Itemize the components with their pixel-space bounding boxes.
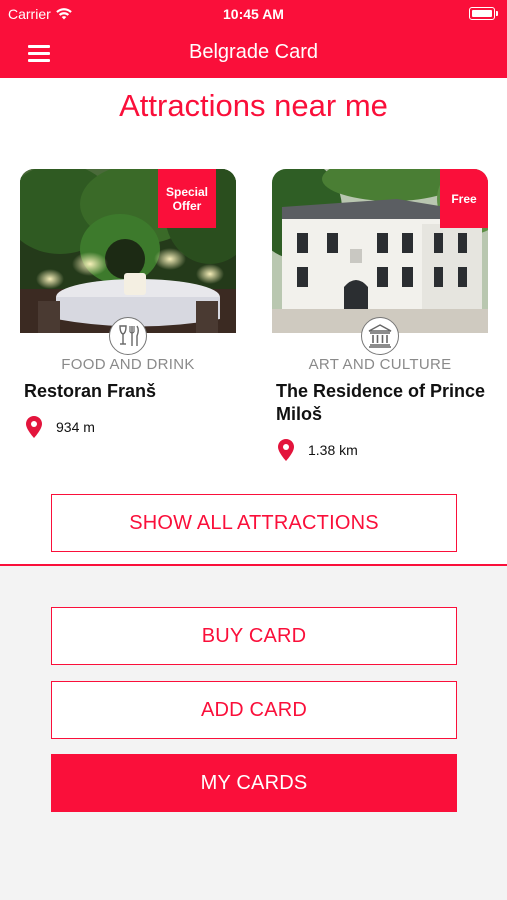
attraction-distance: 934 m	[56, 419, 95, 435]
location-pin-icon	[26, 416, 42, 438]
attraction-distance: 1.38 km	[308, 442, 358, 458]
wine-cutlery-glyph	[119, 325, 139, 346]
status-time: 10:45 AM	[223, 6, 284, 22]
wine-cutlery-icon	[109, 317, 147, 355]
buy-card-button[interactable]: BUY CARD	[51, 607, 457, 665]
free-badge: Free	[440, 169, 488, 228]
museum-glyph	[368, 324, 392, 348]
my-cards-button[interactable]: MY CARDS	[51, 754, 457, 812]
page-title: Attractions near me	[119, 88, 388, 123]
attraction-name: The Residence of Prince Miloš	[276, 381, 486, 424]
attraction-card-restoran-frans[interactable]: Special Offer FOOD AND DRINK Restoran Fr…	[20, 169, 236, 438]
attraction-distance-row: 934 m	[26, 416, 95, 438]
attraction-category: ART AND CULTURE	[308, 356, 452, 373]
attraction-distance-row: 1.38 km	[278, 439, 358, 461]
attraction-photo: Special Offer	[20, 169, 236, 333]
attraction-card-residence-prince-milos[interactable]: Free ART AND CULTURE The Residence of Pr…	[272, 169, 488, 461]
special-offer-badge: Special Offer	[158, 169, 216, 228]
app-screen: Carrier 10:45 AM Belgrade Card Attractio…	[0, 0, 507, 900]
add-card-button[interactable]: ADD CARD	[51, 681, 457, 739]
battery-icon	[469, 7, 498, 20]
attraction-category: FOOD AND DRINK	[61, 356, 195, 373]
attraction-name: Restoran Franš	[24, 381, 157, 401]
nav-title: Belgrade Card	[189, 41, 318, 63]
attraction-photo: Free	[272, 169, 488, 333]
show-all-attractions-button[interactable]: SHOW ALL ATTRACTIONS	[51, 494, 457, 552]
navigation-bar: Belgrade Card	[0, 28, 507, 78]
status-bar: Carrier 10:45 AM	[0, 0, 507, 28]
museum-icon	[361, 317, 399, 355]
location-pin-icon	[278, 439, 294, 461]
